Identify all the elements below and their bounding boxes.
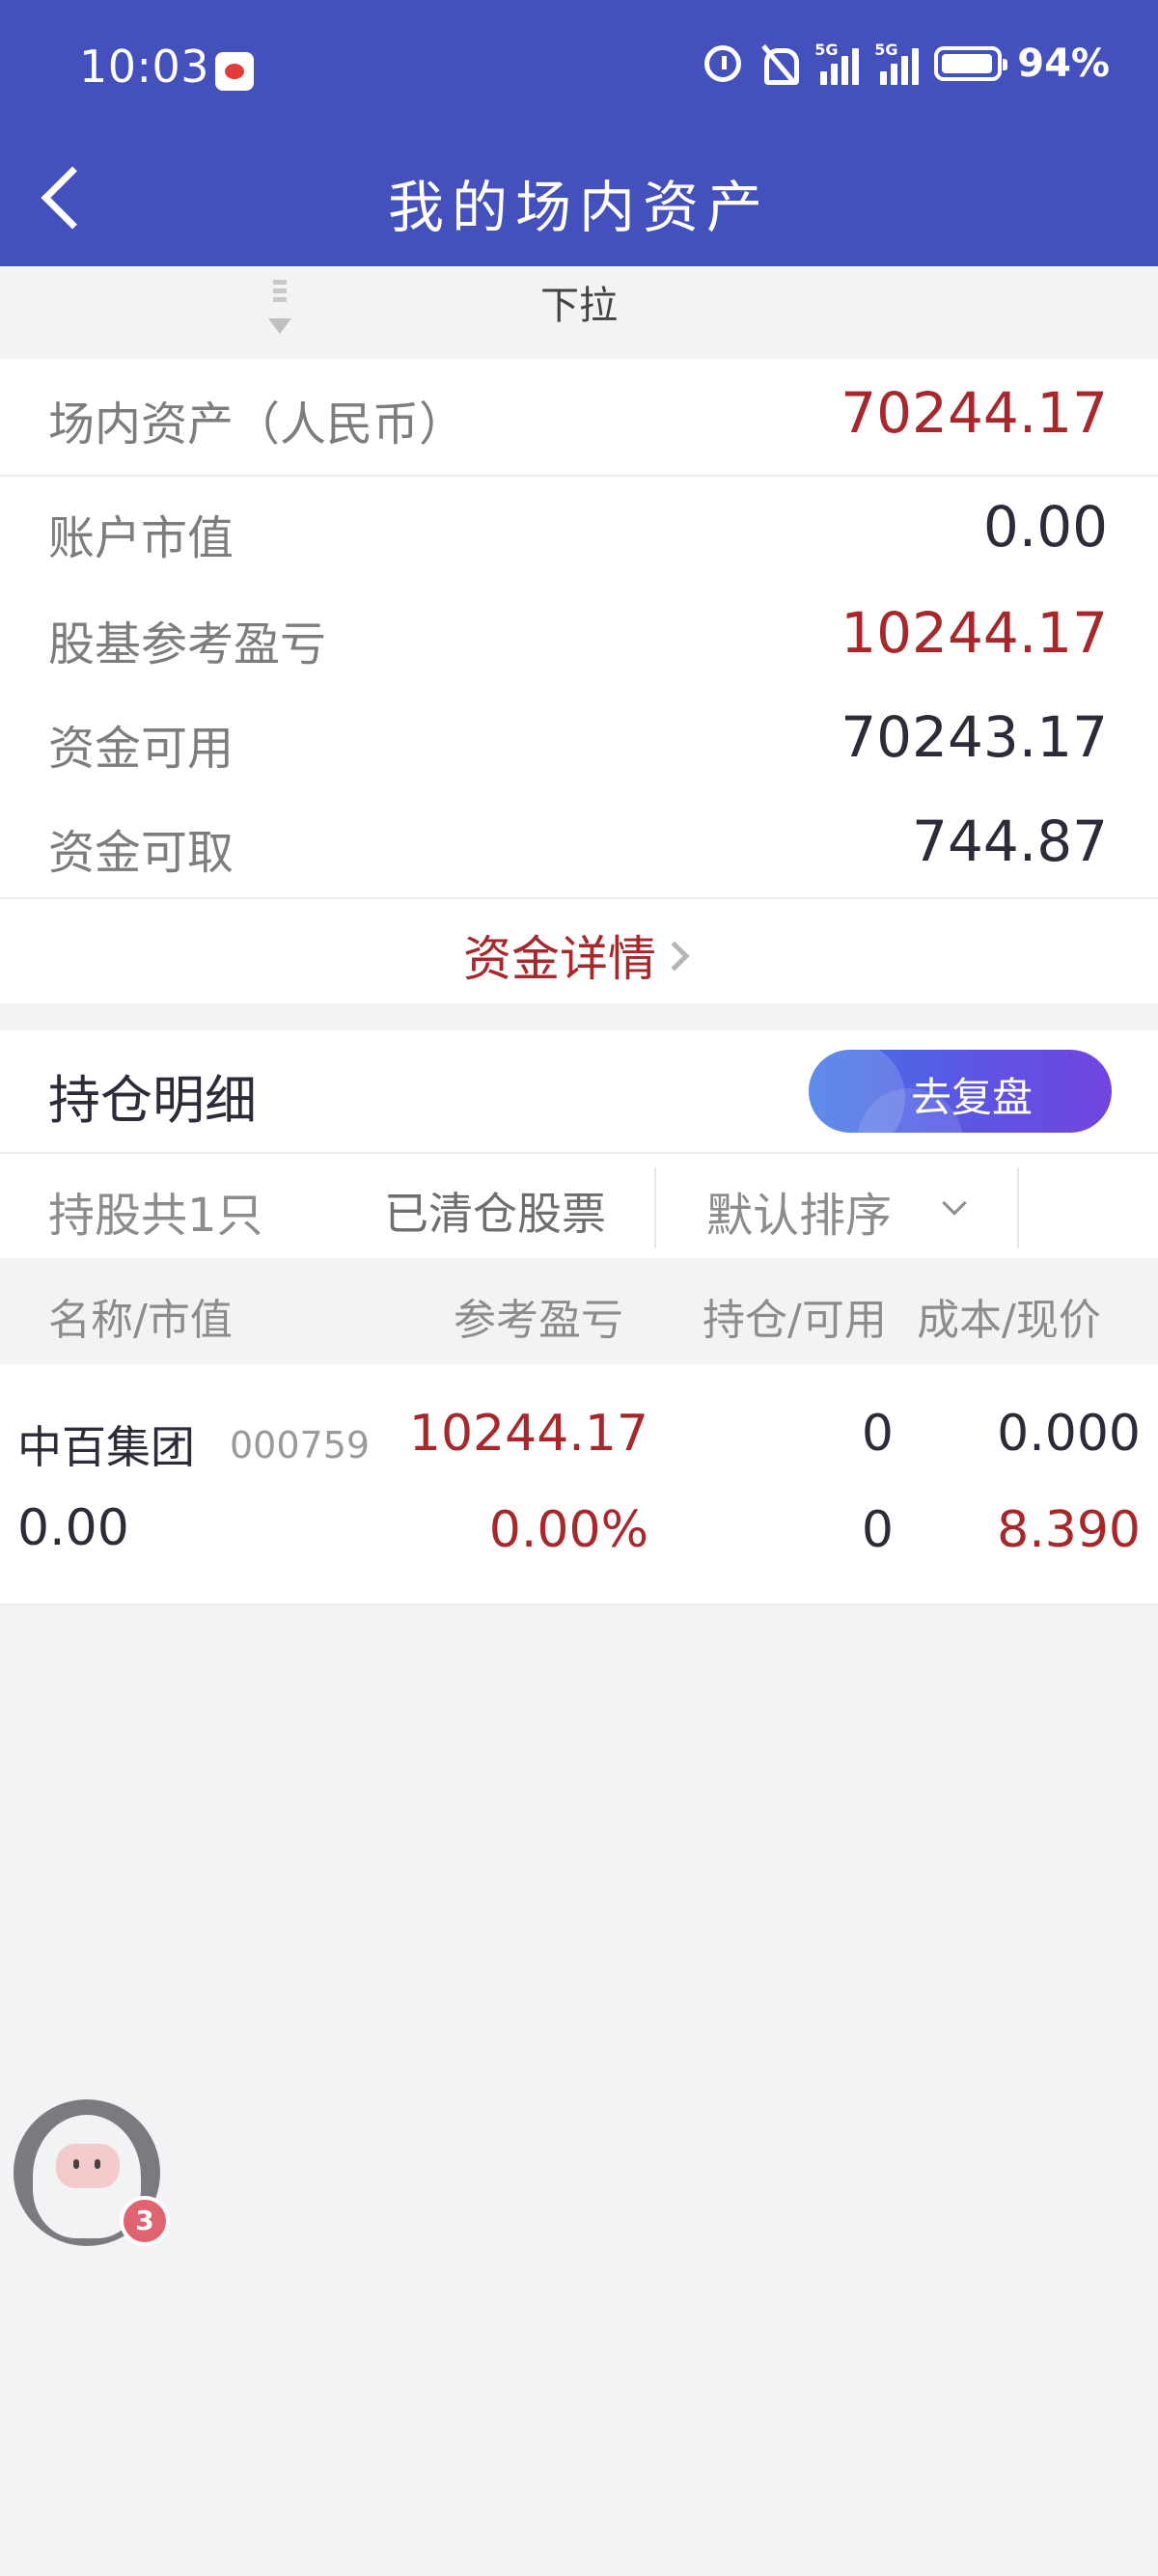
holdings-title: 持仓明细	[48, 1070, 257, 1131]
assistant-avatar[interactable]: 3	[14, 2099, 170, 2246]
holdings-table-header: 名称/市值 参考盈亏 持仓/可用 成本/现价	[0, 1258, 1158, 1364]
market-value-label: 账户市值	[48, 511, 234, 565]
column-header-cost: 成本/现价	[917, 1296, 1101, 1345]
stock-name: 中百集团	[17, 1421, 195, 1473]
stock-code: 000759	[230, 1424, 371, 1466]
review-button-label: 去复盘	[910, 1074, 1033, 1121]
total-assets-label: 场内资产（人民币）	[48, 397, 466, 452]
funds-available-value: 70243.17	[841, 704, 1108, 770]
stock-market-value: 0.00	[17, 1499, 129, 1557]
holdings-section: 持仓明细 去复盘 持股共1只 已清仓股票 默认排序 名称/市值 参考盈亏 持仓/…	[0, 1030, 1158, 1605]
signal-icon-2: 5G	[874, 41, 920, 85]
pull-refresh-area[interactable]: 下拉	[0, 266, 1158, 359]
status-icons: 5G 5G 94%	[704, 39, 1110, 89]
battery-icon	[934, 46, 1008, 81]
market-value-value: 0.00	[982, 494, 1108, 560]
stock-pnl: 10244.17	[408, 1405, 648, 1463]
notification-badge: 3	[120, 2196, 170, 2246]
status-time: 10:03	[79, 41, 210, 93]
cleared-stocks-tab[interactable]: 已清仓股票	[384, 1179, 606, 1243]
funds-withdrawable-value: 744.87	[912, 808, 1108, 874]
stock-position: 0	[861, 1405, 894, 1463]
table-row[interactable]: 中百集团 000759 0.00 10244.17 0.00% 0 0 0.00…	[0, 1364, 1158, 1605]
column-header-pnl: 参考盈亏	[454, 1296, 623, 1345]
signal-icon-1: 5G	[814, 41, 860, 85]
pull-down-arrow-icon	[268, 280, 291, 334]
chevron-down-icon[interactable]	[942, 1191, 967, 1216]
column-header-position: 持仓/可用	[703, 1296, 887, 1345]
column-header-name: 名称/市值	[48, 1296, 233, 1345]
total-assets-value: 70244.17	[841, 380, 1108, 446]
review-button[interactable]: 去复盘	[809, 1050, 1112, 1133]
holdings-filter-bar: 持股共1只 已清仓股票 默认排序	[0, 1152, 1158, 1258]
funds-detail-label: 资金详情	[463, 931, 656, 987]
astronaut-face	[56, 2144, 120, 2188]
pnl-label: 股基参考盈亏	[48, 617, 327, 671]
pnl-value: 10244.17	[841, 600, 1108, 666]
stock-price: 8.390	[997, 1501, 1141, 1559]
total-assets-row: 场内资产（人民币） 70244.17	[0, 359, 1158, 477]
alarm-icon	[704, 45, 742, 82]
sort-dropdown[interactable]: 默认排序	[706, 1177, 892, 1245]
funds-withdrawable-label: 资金可取	[48, 826, 234, 880]
funds-available-label: 资金可用	[48, 722, 234, 776]
holdings-count: 持股共1只	[48, 1189, 263, 1243]
filter-divider	[1017, 1167, 1019, 1248]
stock-available: 0	[861, 1501, 894, 1559]
notification-app-icon	[215, 52, 254, 91]
funds-detail-link[interactable]: 资金详情	[0, 897, 1158, 1003]
app-header: 10:03 5G 5G 94% 我的场内资产	[0, 0, 1158, 266]
battery-level: 94%	[1017, 41, 1110, 86]
filter-divider	[654, 1167, 656, 1248]
mute-bell-icon	[757, 42, 800, 85]
pull-hint: 下拉	[540, 284, 618, 328]
stock-pnl-pct: 0.00%	[488, 1501, 648, 1559]
asset-summary-card: 场内资产（人民币） 70244.17 账户市值 0.00 股基参考盈亏 1024…	[0, 359, 1158, 1003]
page-title: 我的场内资产	[387, 175, 770, 240]
stock-cost: 0.000	[997, 1405, 1141, 1463]
